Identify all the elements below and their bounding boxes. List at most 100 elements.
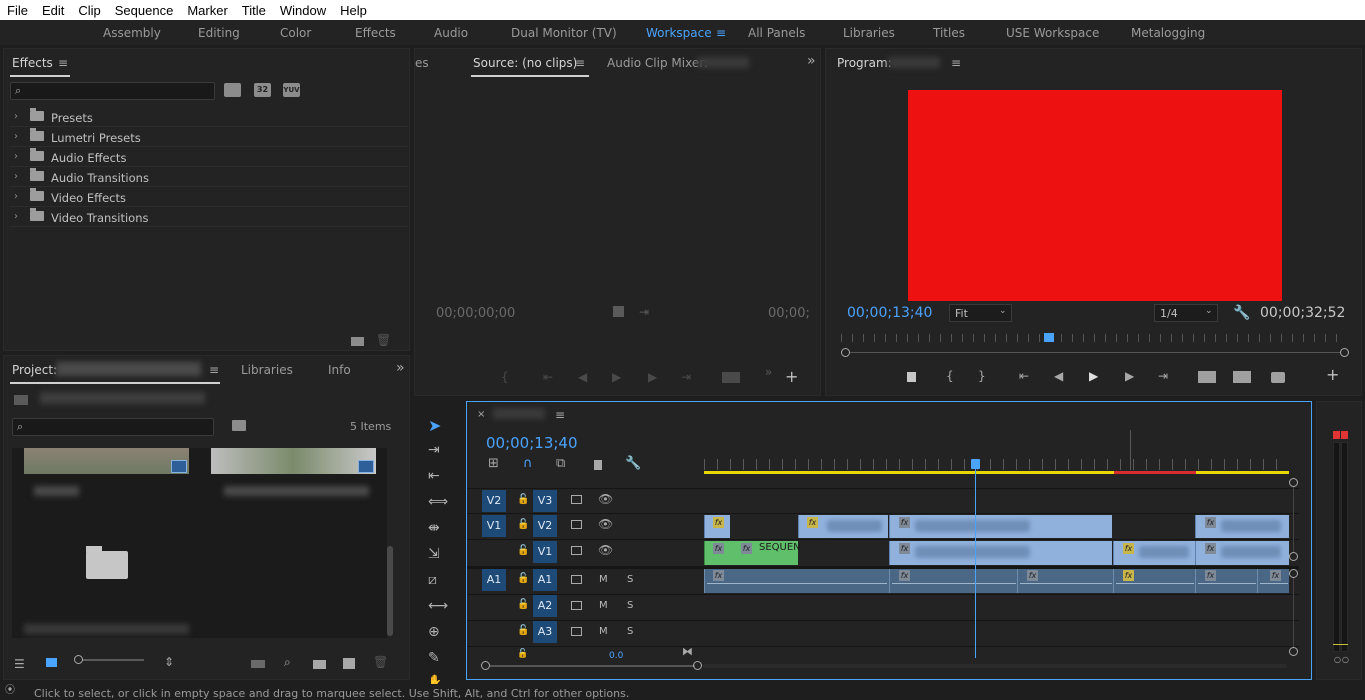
program-scrub-bar[interactable] bbox=[841, 352, 1347, 353]
more-panels-icon[interactable]: » bbox=[396, 361, 405, 375]
add-marker-icon[interactable] bbox=[907, 372, 916, 382]
program-ruler[interactable] bbox=[841, 334, 1347, 342]
video-clip[interactable]: fx bbox=[798, 515, 888, 538]
lock-icon[interactable]: 🔓 bbox=[517, 546, 529, 556]
track-target-v2[interactable]: V2 bbox=[533, 515, 557, 537]
track-volume[interactable]: 0.0 bbox=[609, 651, 623, 661]
workspace-tab[interactable]: All Panels bbox=[748, 26, 805, 40]
more-panels-icon[interactable]: » bbox=[807, 54, 816, 68]
zoom-handle-left[interactable] bbox=[481, 661, 490, 670]
workspace-tab[interactable]: Dual Monitor (TV) bbox=[511, 26, 617, 40]
yuv-effects-icon[interactable]: YUV bbox=[283, 83, 300, 97]
workspace-tab[interactable]: Titles bbox=[933, 26, 965, 40]
lock-icon[interactable]: 🔓 bbox=[517, 600, 529, 610]
camera-icon[interactable] bbox=[1271, 372, 1285, 383]
play-icon[interactable]: ▶ bbox=[1089, 370, 1098, 382]
32bit-effects-icon[interactable]: 32 bbox=[254, 83, 271, 97]
track-select-tool-icon[interactable]: ⇥ bbox=[428, 442, 440, 458]
lock-icon[interactable]: 🔓 bbox=[517, 495, 529, 505]
sync-lock-icon[interactable] bbox=[571, 601, 582, 610]
expand-arrow-icon[interactable]: › bbox=[14, 131, 18, 142]
solo-right-icon[interactable]: ○ bbox=[1342, 656, 1349, 664]
zoom-handle-right[interactable] bbox=[1340, 348, 1349, 357]
mark-out-icon[interactable]: } bbox=[978, 370, 986, 382]
project-tab[interactable]: Project: bbox=[12, 363, 57, 377]
expand-arrow-icon[interactable]: › bbox=[14, 171, 18, 182]
bin-folder-icon[interactable] bbox=[86, 551, 128, 579]
goto-in-icon[interactable]: ⇤ bbox=[1019, 370, 1029, 382]
ripple-edit-tool-icon[interactable]: ⇤ bbox=[428, 468, 440, 484]
step-forward-icon[interactable]: ▶ bbox=[1125, 370, 1134, 382]
track-source-v1[interactable]: V1 bbox=[482, 515, 506, 537]
find-icon[interactable] bbox=[232, 420, 246, 431]
solo-button[interactable]: S bbox=[627, 626, 633, 637]
nested-sequence-clip[interactable]: fx fx SEQUEN bbox=[704, 541, 801, 565]
panel-menu-icon[interactable]: ≡ bbox=[575, 57, 585, 69]
audio-clip[interactable]: fx bbox=[889, 569, 1017, 593]
lock-icon[interactable]: 🔓 bbox=[517, 626, 529, 636]
menu-clip[interactable]: Clip bbox=[71, 3, 107, 18]
effects-tree-item[interactable]: › Audio Transitions bbox=[10, 167, 408, 187]
panel-menu-icon[interactable]: ≡ bbox=[555, 409, 565, 421]
step-back-icon[interactable]: ◀ bbox=[578, 371, 587, 383]
insert-icon[interactable]: ⇥ bbox=[639, 306, 649, 318]
scroll-handle[interactable] bbox=[1289, 569, 1298, 578]
menu-help[interactable]: Help bbox=[333, 3, 374, 18]
trash-icon[interactable]: 🗑 bbox=[376, 334, 391, 346]
workspace-tab[interactable]: Metalogging bbox=[1131, 26, 1205, 40]
track-target-a1[interactable]: A1 bbox=[533, 569, 557, 591]
audio-clip[interactable]: fx bbox=[704, 569, 889, 593]
project-search-input[interactable]: ⌕ bbox=[12, 418, 214, 436]
goto-in-icon[interactable]: ⇤ bbox=[543, 371, 553, 383]
sync-lock-icon[interactable] bbox=[571, 627, 582, 636]
mute-button[interactable]: M bbox=[599, 600, 608, 611]
extract-icon[interactable] bbox=[1233, 371, 1251, 383]
playhead-line[interactable] bbox=[975, 461, 976, 658]
video-clip[interactable]: fx bbox=[1195, 541, 1289, 565]
new-bin-icon[interactable] bbox=[351, 337, 364, 346]
panel-menu-icon[interactable]: ≡ bbox=[951, 57, 961, 69]
zoom-handle-left[interactable] bbox=[841, 348, 850, 357]
menu-file[interactable]: File bbox=[0, 3, 35, 18]
zoom-slider[interactable] bbox=[76, 659, 144, 661]
automate-sequence-icon[interactable] bbox=[251, 660, 265, 668]
solo-button[interactable]: S bbox=[627, 574, 633, 585]
program-timecode[interactable]: 00;00;13;40 bbox=[847, 305, 932, 321]
expand-arrow-icon[interactable]: › bbox=[14, 111, 18, 122]
sync-lock-icon[interactable] bbox=[571, 495, 582, 504]
add-button-icon[interactable]: + bbox=[785, 369, 798, 385]
audio-scrollbar[interactable] bbox=[1293, 578, 1294, 647]
eye-icon[interactable]: 👁 bbox=[598, 544, 613, 556]
media-thumbnail[interactable] bbox=[24, 448, 189, 474]
audio-clip[interactable]: fx bbox=[1195, 569, 1257, 593]
work-area-bar[interactable] bbox=[704, 471, 1114, 474]
libraries-tab[interactable]: Libraries bbox=[241, 363, 293, 377]
slide-tool-icon[interactable]: ⟷ bbox=[428, 598, 448, 614]
goto-out-icon[interactable]: ⇥ bbox=[681, 371, 691, 383]
audio-clip[interactable]: fx bbox=[1113, 569, 1195, 593]
workspace-tab[interactable]: Assembly bbox=[103, 26, 161, 40]
accelerated-effects-icon[interactable] bbox=[224, 83, 241, 97]
sort-icon[interactable]: ⇕ bbox=[164, 656, 174, 668]
panel-menu-icon[interactable]: ≡ bbox=[209, 364, 219, 376]
hand-tool-icon[interactable]: ✎ bbox=[428, 650, 440, 666]
find-icon[interactable]: ⌕ bbox=[284, 656, 291, 668]
track-target-a3[interactable]: A3 bbox=[533, 621, 557, 643]
menu-window[interactable]: Window bbox=[273, 3, 333, 18]
goto-out-icon[interactable]: ⇥ bbox=[1158, 370, 1168, 382]
new-bin-icon[interactable] bbox=[313, 660, 326, 669]
eye-icon[interactable]: 👁 bbox=[598, 518, 613, 530]
track-target-a2[interactable]: A2 bbox=[533, 595, 557, 617]
insert-edit-icon[interactable] bbox=[722, 372, 740, 383]
solo-button[interactable]: S bbox=[627, 600, 633, 611]
expand-arrow-icon[interactable]: › bbox=[14, 211, 18, 222]
scroll-track[interactable] bbox=[703, 664, 1287, 668]
new-item-icon[interactable] bbox=[343, 658, 355, 669]
mark-in-icon[interactable]: { bbox=[501, 371, 509, 383]
video-clip[interactable]: fx bbox=[889, 515, 1112, 538]
settings-icon[interactable] bbox=[613, 306, 624, 317]
lock-icon[interactable]: 🔓 bbox=[517, 574, 529, 584]
sync-lock-icon[interactable] bbox=[571, 575, 582, 584]
nest-icon[interactable]: ⊞ bbox=[488, 457, 499, 470]
video-clip[interactable]: fx bbox=[1195, 515, 1289, 538]
